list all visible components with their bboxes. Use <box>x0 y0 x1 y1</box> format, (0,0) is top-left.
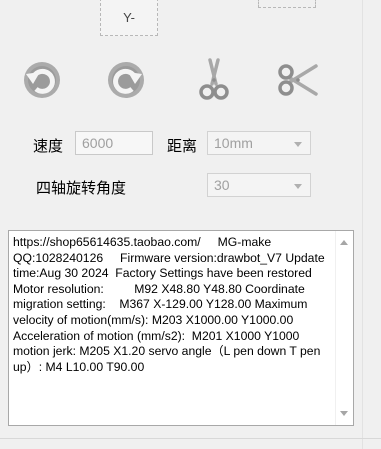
jog-y-minus-label: Y- <box>123 9 135 25</box>
distance-value: 10mm <box>214 135 253 151</box>
speed-input[interactable]: 6000 <box>75 131 153 155</box>
chevron-down-icon <box>294 184 302 189</box>
rotate-ccw-button[interactable] <box>20 58 64 102</box>
jog-y-minus-button[interactable]: Y- <box>100 0 158 36</box>
scissors-horizontal-button[interactable] <box>276 58 320 102</box>
scissors-horizontal-icon <box>278 64 318 96</box>
scissors-vertical-button[interactable] <box>192 58 236 102</box>
scroll-up-arrow-icon[interactable] <box>340 240 348 245</box>
speed-label: 速度 <box>33 137 64 155</box>
rotate-cw-icon <box>108 62 144 98</box>
bottom-divider <box>0 438 381 439</box>
chevron-down-icon <box>294 142 302 147</box>
rotation-angle-label: 四轴旋转角度 <box>36 179 127 197</box>
panel-divider <box>362 0 363 449</box>
rotation-angle-select[interactable]: 30 <box>207 173 311 197</box>
distance-label: 距离 <box>167 137 198 155</box>
scroll-down-arrow-icon[interactable] <box>340 411 348 416</box>
rotate-cw-button[interactable] <box>104 58 148 102</box>
log-scrollbar[interactable] <box>335 231 353 425</box>
scissors-vertical-icon <box>199 58 229 100</box>
log-text: https://shop65614635.taobao.com/ MG-make… <box>13 235 329 374</box>
rotate-ccw-icon <box>24 62 60 98</box>
jog-right-button[interactable] <box>258 0 316 8</box>
rotation-angle-value: 30 <box>214 177 230 193</box>
distance-select[interactable]: 10mm <box>207 131 311 155</box>
log-textbox[interactable]: https://shop65614635.taobao.com/ MG-make… <box>8 230 354 426</box>
